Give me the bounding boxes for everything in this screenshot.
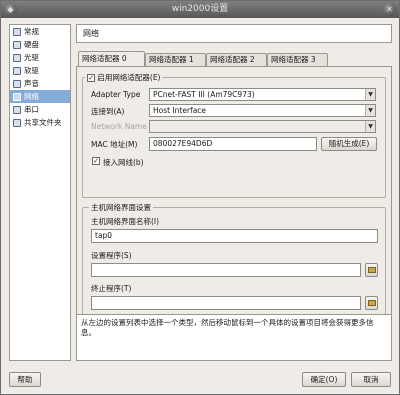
settings-main-panel: 网络 网络适配器 0 网络适配器 1 网络适配器 2 网络适配器 3 ✓ 启用网… (76, 24, 392, 361)
sidebar-item-label: 硬盘 (24, 40, 39, 49)
sidebar-item-serial-port[interactable]: 串口 (10, 103, 70, 116)
attached-to-select[interactable]: Host Interface ▼ (149, 104, 376, 117)
sidebar-item-floppy[interactable]: 软驱 (10, 64, 70, 77)
enable-adapter-label: 启用网络适配器(E) (97, 73, 161, 82)
interface-name-label: 主机网络界面名称(I) (91, 217, 160, 226)
settings-window: ◆ win2000设置 ✕ 常规 硬盘 光驱 软驱 声音 网络 串口 共享文件夹… (0, 0, 400, 395)
cancel-button[interactable]: 取消 (351, 372, 391, 387)
browse-terminate-application-button[interactable] (365, 296, 378, 310)
dropdown-arrow-icon: ▼ (365, 105, 375, 116)
attached-to-value: Host Interface (153, 106, 207, 115)
cable-connected-checkbox[interactable]: ✓ (92, 157, 100, 165)
tab-adapter-0[interactable]: 网络适配器 0 (78, 51, 145, 66)
adapter-settings-group: ✓ 启用网络适配器(E) Adapter Type PCnet-FAST III… (82, 72, 386, 198)
help-button[interactable]: 帮助 (9, 372, 41, 387)
sidebar-item-label: 软驱 (24, 66, 39, 75)
attached-to-label: 连接到(A) (91, 107, 125, 116)
harddisk-icon (13, 41, 21, 49)
mac-address-field[interactable]: 080027E94D6D (149, 137, 317, 151)
terminate-application-field[interactable] (91, 296, 361, 310)
general-icon (13, 28, 21, 36)
interface-name-field[interactable]: tap0 (91, 229, 378, 243)
floppy-icon (13, 67, 21, 75)
close-window-button[interactable]: ✕ (383, 3, 396, 16)
window-menu-icon[interactable]: ◆ (4, 3, 17, 16)
sidebar-item-network[interactable]: 网络 (10, 90, 70, 103)
enable-adapter-checkbox[interactable]: ✓ (87, 74, 95, 82)
page-title: 网络 (76, 24, 392, 43)
adapter-type-label: Adapter Type (91, 90, 141, 99)
setup-application-field[interactable] (91, 263, 361, 277)
browse-setup-application-button[interactable] (365, 263, 378, 277)
sidebar-item-label: 光驱 (24, 53, 39, 62)
title-bar[interactable]: ◆ win2000设置 ✕ (1, 1, 399, 18)
network-name-label: Network Name (91, 122, 147, 131)
tab-adapter-3[interactable]: 网络适配器 3 (267, 53, 328, 66)
audio-icon (13, 80, 21, 88)
sidebar-item-shared-folder[interactable]: 共享文件夹 (10, 116, 70, 129)
adapter-type-value: PCnet-FAST III (Am79C973) (153, 90, 255, 99)
host-interface-group: 主机网络界面设置 主机网络界面名称(I) tap0 设置程序(S) 终止程序(T… (82, 202, 386, 318)
sidebar-item-label: 声音 (24, 79, 39, 88)
tab-adapter-1[interactable]: 网络适配器 1 (145, 53, 206, 66)
generate-mac-button[interactable]: 随机生成(E) (321, 137, 377, 151)
enable-adapter-option[interactable]: ✓ 启用网络适配器(E) (85, 72, 163, 83)
dropdown-arrow-icon: ▼ (365, 121, 375, 132)
info-description: 从左边的设置列表中选择一个类型，然后移动鼠标到一个具体的设置项目将会获得更多信息… (76, 314, 392, 361)
terminate-application-label: 终止程序(T) (91, 284, 132, 293)
ok-button[interactable]: 确定(O) (302, 372, 346, 387)
mac-address-label: MAC 地址(M) (91, 140, 138, 149)
folder-open-icon (368, 267, 376, 273)
setup-application-label: 设置程序(S) (91, 251, 132, 260)
sidebar-item-general[interactable]: 常规 (10, 25, 70, 38)
sidebar-item-label: 共享文件夹 (24, 118, 62, 127)
shared-folder-icon (13, 119, 21, 127)
sidebar-item-harddisk[interactable]: 硬盘 (10, 38, 70, 51)
sidebar-item-cdrom[interactable]: 光驱 (10, 51, 70, 64)
window-title: win2000设置 (171, 4, 229, 14)
serial-port-icon (13, 106, 21, 114)
network-name-select[interactable]: ▼ (149, 120, 376, 133)
dropdown-arrow-icon: ▼ (365, 89, 375, 100)
adapter-type-select[interactable]: PCnet-FAST III (Am79C973) ▼ (149, 88, 376, 101)
adapter-0-panel: ✓ 启用网络适配器(E) Adapter Type PCnet-FAST III… (76, 66, 392, 332)
settings-category-list[interactable]: 常规 硬盘 光驱 软驱 声音 网络 串口 共享文件夹 (9, 24, 71, 361)
folder-open-icon (368, 300, 376, 306)
cable-connected-label: 接入网线(b) (103, 158, 144, 167)
sidebar-item-audio[interactable]: 声音 (10, 77, 70, 90)
sidebar-item-label: 网络 (24, 92, 39, 101)
host-interface-group-title: 主机网络界面设置 (89, 202, 153, 213)
tab-adapter-2[interactable]: 网络适配器 2 (206, 53, 267, 66)
sidebar-item-label: 串口 (24, 105, 39, 114)
network-icon (13, 93, 21, 101)
sidebar-item-label: 常规 (24, 27, 39, 36)
cdrom-icon (13, 54, 21, 62)
